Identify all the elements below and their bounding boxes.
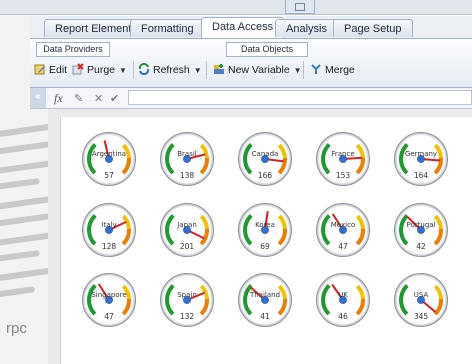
merge-icon [311,64,321,74]
report-page: Argentina 57 Brasil 138 Canada 166 Franc… [60,117,472,364]
ribbon-toolbar: Data Providers Data Objects Edit Purge ▼ … [30,39,472,88]
gauge-value: 138 [179,171,195,180]
tab-page-setup[interactable]: Page Setup [333,19,413,37]
gauge-value: 166 [257,171,273,180]
gauge-canada: Canada 166 [237,131,293,187]
edit-label: Edit [49,64,68,76]
refresh-icon [138,63,150,75]
gauge-value: 128 [101,242,117,251]
purge-button[interactable]: Purge ▼ [72,61,127,79]
gauge-value: 46 [338,312,348,321]
fx-icon[interactable]: fx [54,91,63,106]
close-icon[interactable]: ✕ [94,92,103,105]
group-data-objects[interactable]: Data Objects [226,42,308,57]
tab-formatting[interactable]: Formatting [130,19,205,37]
gauge-label: Argentina [91,150,127,158]
collapse-panel-button[interactable]: « [30,88,46,108]
gauge-spain: Spain 132 [159,272,215,328]
gauge-value: 153 [335,171,351,180]
gauge-label: Japan [177,221,197,229]
purge-label: Purge [87,64,116,76]
gauge-label: UK [338,291,348,299]
gauge-singapore: Singapore 47 [81,272,137,328]
new-variable-icon [214,64,224,74]
gauge-thailand: Thailand 41 [237,272,293,328]
formula-editor-icon[interactable]: ✎ [74,92,83,105]
toolbar-separator [206,61,207,79]
gauge-label: Portugal [406,221,436,229]
refresh-button[interactable]: Refresh ▼ [138,61,202,79]
merge-label: Merge [325,64,355,76]
gauge-value: 47 [104,312,114,321]
gauge-label: Korea [255,221,275,229]
ribbon-tab-bar: Report Elements Formatting Data Access A… [30,16,472,39]
toolbar-separator [133,61,134,79]
gauge-france: France 153 [315,131,371,187]
gauge-label: Brasil [177,150,197,158]
gauge-japan: Japan 201 [159,202,215,258]
gauge-label: Germany [404,150,438,158]
gauge-label: France [331,150,355,158]
gauge-korea: Korea 69 [237,202,293,258]
group-data-providers[interactable]: Data Providers [36,42,110,57]
refresh-label: Refresh [153,64,190,76]
gauge-brasil: Brasil 138 [159,131,215,187]
double-chevron-left-icon: « [35,91,41,102]
gauge-label: Thailand [249,291,281,299]
gauge-value: 42 [416,242,426,251]
gauge-value: 345 [413,312,429,321]
gauge-value: 201 [179,242,195,251]
gauge-argentina: Argentina 57 [81,131,137,187]
toolbar-separator [303,61,304,79]
gauge-value: 132 [179,312,195,321]
gauge-label: Singapore [91,291,127,299]
formula-input[interactable] [128,90,472,105]
chevron-down-icon: ▼ [193,66,202,75]
gauge-value: 164 [413,171,429,180]
gauge-label: USA [413,291,429,299]
edit-icon [34,64,45,75]
chevron-down-icon: ▼ [119,66,127,75]
window-top-frame [0,0,472,15]
restore-window-button[interactable] [285,0,315,14]
gauge-mexico: Mexico 47 [315,202,371,258]
gauge-label: Spain [177,291,197,299]
report-canvas: Argentina 57 Brasil 138 Canada 166 Franc… [48,109,472,364]
purge-icon [72,63,84,75]
gauge-label: Canada [251,150,279,158]
gauge-value: 57 [104,171,114,180]
new-variable-button[interactable]: New Variable ▼ [213,61,302,79]
gauge-value: 41 [260,312,270,321]
gauge-usa: USA 345 [393,272,449,328]
tab-analysis[interactable]: Analysis [275,19,338,37]
new-variable-label: New Variable [228,64,290,76]
gauge-value: 69 [260,242,270,251]
restore-icon [295,3,305,11]
tab-data-access[interactable]: Data Access [201,17,285,38]
gauge-value: 47 [338,242,348,251]
chevron-down-icon: ▼ [293,66,302,75]
checkmark-icon[interactable]: ✔ [110,92,119,105]
edit-button[interactable]: Edit [34,61,67,79]
merge-button[interactable]: Merge [310,61,355,79]
gauge-germany: Germany 164 [393,131,449,187]
gauge-italy: Italy 128 [81,202,137,258]
background-text-fragment: rpc [6,320,27,337]
gauge-portugal: Portugal 42 [393,202,449,258]
gauge-uk: UK 46 [315,272,371,328]
gauge-label: Mexico [330,221,356,229]
gauge-label: Italy [101,221,117,229]
